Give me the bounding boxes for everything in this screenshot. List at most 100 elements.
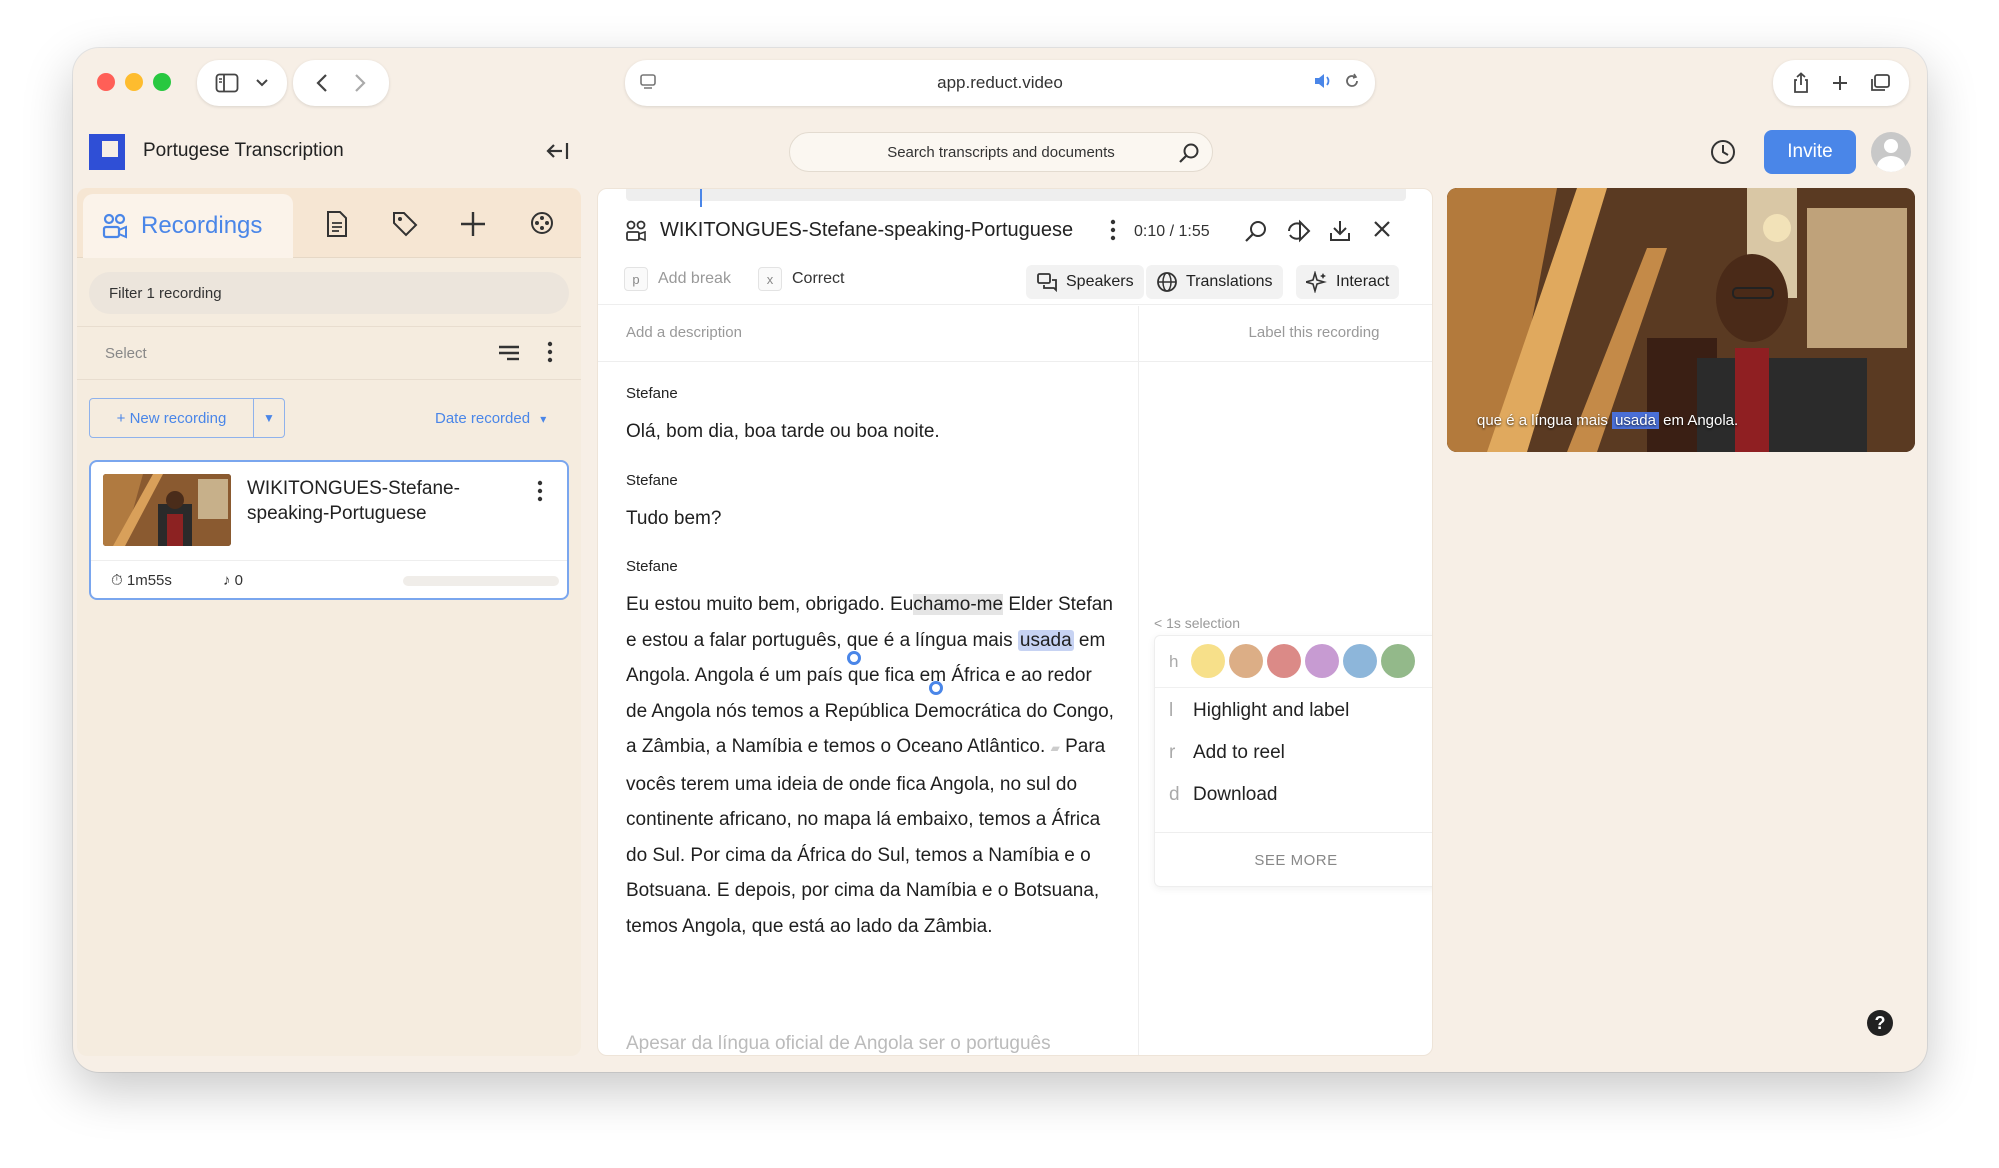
selection-duration-hint: < 1s selection bbox=[1154, 615, 1240, 631]
selection-start-handle[interactable] bbox=[847, 651, 861, 665]
highlight-and-label-item[interactable]: l Highlight and label bbox=[1169, 700, 1349, 722]
selection-popup-menu: h l Highlight and label r Add to reel d … bbox=[1154, 635, 1432, 888]
maximize-window-button[interactable] bbox=[153, 73, 171, 91]
recording-card[interactable]: WIKITONGUES-Stefane-speaking-Portuguese … bbox=[89, 460, 569, 600]
close-icon[interactable] bbox=[1372, 219, 1392, 239]
search-placeholder: Search transcripts and documents bbox=[887, 143, 1115, 161]
selection-end-handle[interactable] bbox=[929, 681, 943, 695]
help-button[interactable]: ? bbox=[1867, 1010, 1893, 1036]
close-window-button[interactable] bbox=[97, 73, 115, 91]
recording-duration: ⏱ 1m55s bbox=[111, 572, 172, 589]
add-break-button[interactable]: p Add break bbox=[624, 267, 731, 291]
speaker-audio-icon[interactable] bbox=[1313, 72, 1333, 90]
clock-history-icon[interactable] bbox=[1709, 138, 1737, 166]
share-forward-icon[interactable] bbox=[1286, 219, 1312, 243]
search-transcript-icon[interactable] bbox=[1244, 219, 1268, 243]
transcript-body: Stefane Olá, bom dia, boa tarde ou boa n… bbox=[626, 385, 1116, 966]
editor-toolbar: p Add break x Correct Speakers Translati… bbox=[598, 259, 1432, 305]
video-player[interactable]: que é a língua mais usada em Angola. bbox=[1447, 188, 1915, 452]
project-title[interactable]: Portugese Transcription bbox=[143, 140, 344, 162]
document-title[interactable]: WIKITONGUES-Stefane-speaking-Portuguese bbox=[660, 219, 1073, 242]
selected-text[interactable]: chamo-me bbox=[913, 594, 1004, 615]
forward-arrow-icon[interactable] bbox=[353, 73, 367, 93]
chevron-down-icon[interactable] bbox=[255, 78, 269, 88]
timeline-scrubber[interactable] bbox=[626, 189, 1406, 201]
tab-recordings[interactable]: Recordings bbox=[83, 194, 293, 258]
reload-icon[interactable] bbox=[1343, 72, 1361, 90]
paragraph-text[interactable]: Olá, bom dia, boa tarde ou boa noite. bbox=[626, 414, 1116, 450]
color-swatch-blue[interactable] bbox=[1343, 644, 1377, 678]
speaker-label[interactable]: Stefane bbox=[626, 472, 1116, 489]
speaker-label[interactable]: Stefane bbox=[626, 385, 1116, 402]
address-bar[interactable]: app.reduct.video bbox=[625, 60, 1375, 106]
reduct-logo[interactable] bbox=[89, 134, 125, 170]
color-swatch-yellow[interactable] bbox=[1191, 644, 1225, 678]
sidebar-icon[interactable] bbox=[215, 73, 239, 93]
correct-shortcut: x bbox=[758, 267, 782, 291]
recordings-icon bbox=[101, 212, 129, 240]
transcript-panel: WIKITONGUES-Stefane-speaking-Portuguese … bbox=[597, 188, 1433, 1056]
filter-recordings-input[interactable]: Filter 1 recording bbox=[89, 272, 569, 314]
transcript-paragraph: Stefane Tudo bem? bbox=[626, 472, 1116, 537]
video-caption: que é a língua mais usada em Angola. bbox=[1447, 412, 1915, 429]
color-swatch-green[interactable] bbox=[1381, 644, 1415, 678]
back-arrow-icon[interactable] bbox=[315, 73, 329, 93]
description-input[interactable]: Add a description bbox=[626, 324, 742, 341]
description-row: Add a description Label this recording bbox=[598, 306, 1432, 362]
add-plus-icon[interactable] bbox=[459, 210, 487, 238]
duration-value: 1m55s bbox=[126, 572, 172, 589]
user-avatar[interactable] bbox=[1871, 132, 1911, 172]
translations-label: Translations bbox=[1186, 273, 1273, 290]
see-more-button[interactable]: SEE MORE bbox=[1155, 832, 1432, 888]
speakers-group-icon bbox=[624, 219, 648, 243]
add-break-label: Add break bbox=[658, 270, 731, 287]
translations-button[interactable]: Translations bbox=[1146, 265, 1283, 299]
color-swatch-tan[interactable] bbox=[1229, 644, 1263, 678]
recording-clips: ♪ 0 bbox=[223, 572, 243, 589]
color-swatch-red[interactable] bbox=[1267, 644, 1301, 678]
sort-label: Date recorded bbox=[435, 410, 531, 427]
highlight-color-row: h bbox=[1155, 636, 1432, 688]
more-options-icon[interactable] bbox=[547, 341, 553, 363]
navigation-group bbox=[293, 60, 389, 106]
new-recording-dropdown[interactable]: ▼ bbox=[254, 399, 284, 437]
clips-value: 0 bbox=[234, 572, 244, 589]
color-swatch-purple[interactable] bbox=[1305, 644, 1339, 678]
label-recording-input[interactable]: Label this recording bbox=[1214, 324, 1414, 341]
sort-date-recorded[interactable]: Date recorded ▾ bbox=[435, 410, 546, 427]
playback-time: 0:10 / 1:55 bbox=[1134, 223, 1210, 240]
new-tab-plus-icon[interactable] bbox=[1831, 74, 1849, 92]
speakers-button[interactable]: Speakers bbox=[1026, 265, 1144, 299]
reel-icon[interactable] bbox=[529, 210, 555, 236]
paragraph-text[interactable]: Tudo bem? bbox=[626, 501, 1116, 537]
speech-bubbles-icon bbox=[1036, 272, 1058, 292]
speaker-label[interactable]: Stefane bbox=[626, 558, 1116, 575]
document-icon[interactable] bbox=[325, 210, 349, 238]
new-recording-button[interactable]: + New recording bbox=[90, 399, 254, 437]
page-settings-icon[interactable] bbox=[639, 73, 657, 91]
search-icon[interactable] bbox=[1178, 142, 1200, 164]
tag-icon[interactable] bbox=[391, 210, 419, 238]
highlighted-word[interactable]: usada bbox=[1017, 629, 1074, 651]
download-icon[interactable] bbox=[1328, 219, 1352, 243]
correct-button[interactable]: x Correct bbox=[758, 267, 844, 291]
invite-button[interactable]: Invite bbox=[1764, 130, 1856, 174]
minimize-window-button[interactable] bbox=[125, 73, 143, 91]
playhead[interactable] bbox=[700, 189, 702, 207]
collapse-sidebar-icon[interactable] bbox=[545, 140, 571, 162]
download-item[interactable]: d Download bbox=[1169, 784, 1278, 806]
list-sort-icon[interactable] bbox=[497, 343, 521, 363]
recording-more-icon[interactable] bbox=[537, 480, 543, 502]
clip-icon: ♪ bbox=[223, 572, 231, 589]
document-more-icon[interactable] bbox=[1110, 219, 1116, 241]
menu-label: Download bbox=[1193, 784, 1278, 805]
recording-thumbnail bbox=[103, 474, 231, 546]
add-to-reel-item[interactable]: r Add to reel bbox=[1169, 742, 1285, 764]
transcript-paragraph: Stefane Olá, bom dia, boa tarde ou boa n… bbox=[626, 385, 1116, 450]
interact-button[interactable]: Interact bbox=[1296, 265, 1400, 299]
share-icon[interactable] bbox=[1791, 72, 1811, 94]
select-label[interactable]: Select bbox=[105, 345, 147, 362]
tab-overview-icon[interactable] bbox=[1869, 73, 1891, 93]
search-input[interactable]: Search transcripts and documents bbox=[789, 132, 1213, 172]
paragraph-text[interactable]: Eu estou muito bem, obrigado. Euchamo-me… bbox=[626, 587, 1116, 944]
